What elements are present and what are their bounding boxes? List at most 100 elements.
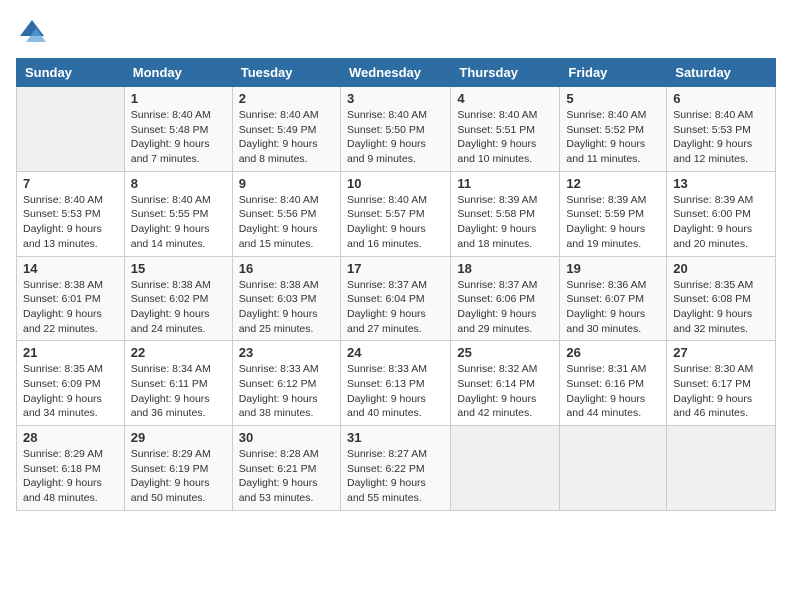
day-info: Sunrise: 8:39 AMSunset: 5:59 PMDaylight:… xyxy=(566,193,660,252)
day-number: 6 xyxy=(673,91,769,106)
calendar-cell: 7 Sunrise: 8:40 AMSunset: 5:53 PMDayligh… xyxy=(17,171,125,256)
day-number: 17 xyxy=(347,261,444,276)
day-info: Sunrise: 8:40 AMSunset: 5:56 PMDaylight:… xyxy=(239,193,334,252)
calendar-cell: 31 Sunrise: 8:27 AMSunset: 6:22 PMDaylig… xyxy=(340,426,450,511)
day-number: 25 xyxy=(457,345,553,360)
day-info: Sunrise: 8:33 AMSunset: 6:12 PMDaylight:… xyxy=(239,362,334,421)
calendar-cell: 10 Sunrise: 8:40 AMSunset: 5:57 PMDaylig… xyxy=(340,171,450,256)
day-number: 27 xyxy=(673,345,769,360)
page-header xyxy=(16,16,776,48)
calendar-cell: 27 Sunrise: 8:30 AMSunset: 6:17 PMDaylig… xyxy=(667,341,776,426)
calendar-cell: 9 Sunrise: 8:40 AMSunset: 5:56 PMDayligh… xyxy=(232,171,340,256)
week-row-0: 1 Sunrise: 8:40 AMSunset: 5:48 PMDayligh… xyxy=(17,87,776,172)
calendar-cell: 8 Sunrise: 8:40 AMSunset: 5:55 PMDayligh… xyxy=(124,171,232,256)
day-info: Sunrise: 8:40 AMSunset: 5:55 PMDaylight:… xyxy=(131,193,226,252)
day-info: Sunrise: 8:29 AMSunset: 6:19 PMDaylight:… xyxy=(131,447,226,506)
day-header-monday: Monday xyxy=(124,59,232,87)
calendar-cell: 3 Sunrise: 8:40 AMSunset: 5:50 PMDayligh… xyxy=(340,87,450,172)
day-info: Sunrise: 8:40 AMSunset: 5:49 PMDaylight:… xyxy=(239,108,334,167)
day-number: 5 xyxy=(566,91,660,106)
calendar-cell: 18 Sunrise: 8:37 AMSunset: 6:06 PMDaylig… xyxy=(451,256,560,341)
calendar-cell: 1 Sunrise: 8:40 AMSunset: 5:48 PMDayligh… xyxy=(124,87,232,172)
logo xyxy=(16,16,52,48)
day-info: Sunrise: 8:34 AMSunset: 6:11 PMDaylight:… xyxy=(131,362,226,421)
day-info: Sunrise: 8:40 AMSunset: 5:48 PMDaylight:… xyxy=(131,108,226,167)
calendar-cell xyxy=(667,426,776,511)
day-number: 1 xyxy=(131,91,226,106)
day-info: Sunrise: 8:40 AMSunset: 5:53 PMDaylight:… xyxy=(673,108,769,167)
calendar-cell: 19 Sunrise: 8:36 AMSunset: 6:07 PMDaylig… xyxy=(560,256,667,341)
calendar-cell: 26 Sunrise: 8:31 AMSunset: 6:16 PMDaylig… xyxy=(560,341,667,426)
day-header-friday: Friday xyxy=(560,59,667,87)
week-row-4: 28 Sunrise: 8:29 AMSunset: 6:18 PMDaylig… xyxy=(17,426,776,511)
day-info: Sunrise: 8:32 AMSunset: 6:14 PMDaylight:… xyxy=(457,362,553,421)
week-row-1: 7 Sunrise: 8:40 AMSunset: 5:53 PMDayligh… xyxy=(17,171,776,256)
calendar-cell: 25 Sunrise: 8:32 AMSunset: 6:14 PMDaylig… xyxy=(451,341,560,426)
day-header-sunday: Sunday xyxy=(17,59,125,87)
day-info: Sunrise: 8:38 AMSunset: 6:02 PMDaylight:… xyxy=(131,278,226,337)
calendar-cell: 5 Sunrise: 8:40 AMSunset: 5:52 PMDayligh… xyxy=(560,87,667,172)
week-row-3: 21 Sunrise: 8:35 AMSunset: 6:09 PMDaylig… xyxy=(17,341,776,426)
calendar-cell: 11 Sunrise: 8:39 AMSunset: 5:58 PMDaylig… xyxy=(451,171,560,256)
day-number: 13 xyxy=(673,176,769,191)
day-number: 29 xyxy=(131,430,226,445)
calendar-cell: 28 Sunrise: 8:29 AMSunset: 6:18 PMDaylig… xyxy=(17,426,125,511)
calendar-cell: 17 Sunrise: 8:37 AMSunset: 6:04 PMDaylig… xyxy=(340,256,450,341)
day-info: Sunrise: 8:35 AMSunset: 6:08 PMDaylight:… xyxy=(673,278,769,337)
calendar-table: SundayMondayTuesdayWednesdayThursdayFrid… xyxy=(16,58,776,511)
calendar-cell: 14 Sunrise: 8:38 AMSunset: 6:01 PMDaylig… xyxy=(17,256,125,341)
day-number: 2 xyxy=(239,91,334,106)
calendar-cell: 15 Sunrise: 8:38 AMSunset: 6:02 PMDaylig… xyxy=(124,256,232,341)
day-number: 4 xyxy=(457,91,553,106)
day-number: 12 xyxy=(566,176,660,191)
day-info: Sunrise: 8:28 AMSunset: 6:21 PMDaylight:… xyxy=(239,447,334,506)
calendar-cell: 24 Sunrise: 8:33 AMSunset: 6:13 PMDaylig… xyxy=(340,341,450,426)
calendar-cell: 13 Sunrise: 8:39 AMSunset: 6:00 PMDaylig… xyxy=(667,171,776,256)
day-number: 15 xyxy=(131,261,226,276)
calendar-cell: 16 Sunrise: 8:38 AMSunset: 6:03 PMDaylig… xyxy=(232,256,340,341)
calendar-cell: 30 Sunrise: 8:28 AMSunset: 6:21 PMDaylig… xyxy=(232,426,340,511)
day-info: Sunrise: 8:40 AMSunset: 5:57 PMDaylight:… xyxy=(347,193,444,252)
day-number: 10 xyxy=(347,176,444,191)
day-number: 24 xyxy=(347,345,444,360)
calendar-cell xyxy=(451,426,560,511)
day-info: Sunrise: 8:39 AMSunset: 6:00 PMDaylight:… xyxy=(673,193,769,252)
day-number: 28 xyxy=(23,430,118,445)
day-number: 21 xyxy=(23,345,118,360)
calendar-cell: 21 Sunrise: 8:35 AMSunset: 6:09 PMDaylig… xyxy=(17,341,125,426)
day-info: Sunrise: 8:40 AMSunset: 5:53 PMDaylight:… xyxy=(23,193,118,252)
calendar-cell: 2 Sunrise: 8:40 AMSunset: 5:49 PMDayligh… xyxy=(232,87,340,172)
day-header-wednesday: Wednesday xyxy=(340,59,450,87)
day-number: 19 xyxy=(566,261,660,276)
day-number: 31 xyxy=(347,430,444,445)
day-info: Sunrise: 8:36 AMSunset: 6:07 PMDaylight:… xyxy=(566,278,660,337)
day-info: Sunrise: 8:37 AMSunset: 6:04 PMDaylight:… xyxy=(347,278,444,337)
day-info: Sunrise: 8:38 AMSunset: 6:03 PMDaylight:… xyxy=(239,278,334,337)
day-header-tuesday: Tuesday xyxy=(232,59,340,87)
calendar-cell: 22 Sunrise: 8:34 AMSunset: 6:11 PMDaylig… xyxy=(124,341,232,426)
day-number: 22 xyxy=(131,345,226,360)
day-number: 9 xyxy=(239,176,334,191)
day-info: Sunrise: 8:27 AMSunset: 6:22 PMDaylight:… xyxy=(347,447,444,506)
calendar-cell: 6 Sunrise: 8:40 AMSunset: 5:53 PMDayligh… xyxy=(667,87,776,172)
day-info: Sunrise: 8:40 AMSunset: 5:51 PMDaylight:… xyxy=(457,108,553,167)
week-row-2: 14 Sunrise: 8:38 AMSunset: 6:01 PMDaylig… xyxy=(17,256,776,341)
day-number: 16 xyxy=(239,261,334,276)
day-number: 20 xyxy=(673,261,769,276)
calendar-cell: 29 Sunrise: 8:29 AMSunset: 6:19 PMDaylig… xyxy=(124,426,232,511)
day-number: 14 xyxy=(23,261,118,276)
calendar-cell xyxy=(560,426,667,511)
day-info: Sunrise: 8:35 AMSunset: 6:09 PMDaylight:… xyxy=(23,362,118,421)
day-number: 26 xyxy=(566,345,660,360)
day-info: Sunrise: 8:39 AMSunset: 5:58 PMDaylight:… xyxy=(457,193,553,252)
day-number: 23 xyxy=(239,345,334,360)
day-info: Sunrise: 8:31 AMSunset: 6:16 PMDaylight:… xyxy=(566,362,660,421)
calendar-cell xyxy=(17,87,125,172)
day-number: 7 xyxy=(23,176,118,191)
calendar-cell: 23 Sunrise: 8:33 AMSunset: 6:12 PMDaylig… xyxy=(232,341,340,426)
day-number: 30 xyxy=(239,430,334,445)
day-info: Sunrise: 8:37 AMSunset: 6:06 PMDaylight:… xyxy=(457,278,553,337)
day-info: Sunrise: 8:30 AMSunset: 6:17 PMDaylight:… xyxy=(673,362,769,421)
calendar-cell: 4 Sunrise: 8:40 AMSunset: 5:51 PMDayligh… xyxy=(451,87,560,172)
day-number: 18 xyxy=(457,261,553,276)
